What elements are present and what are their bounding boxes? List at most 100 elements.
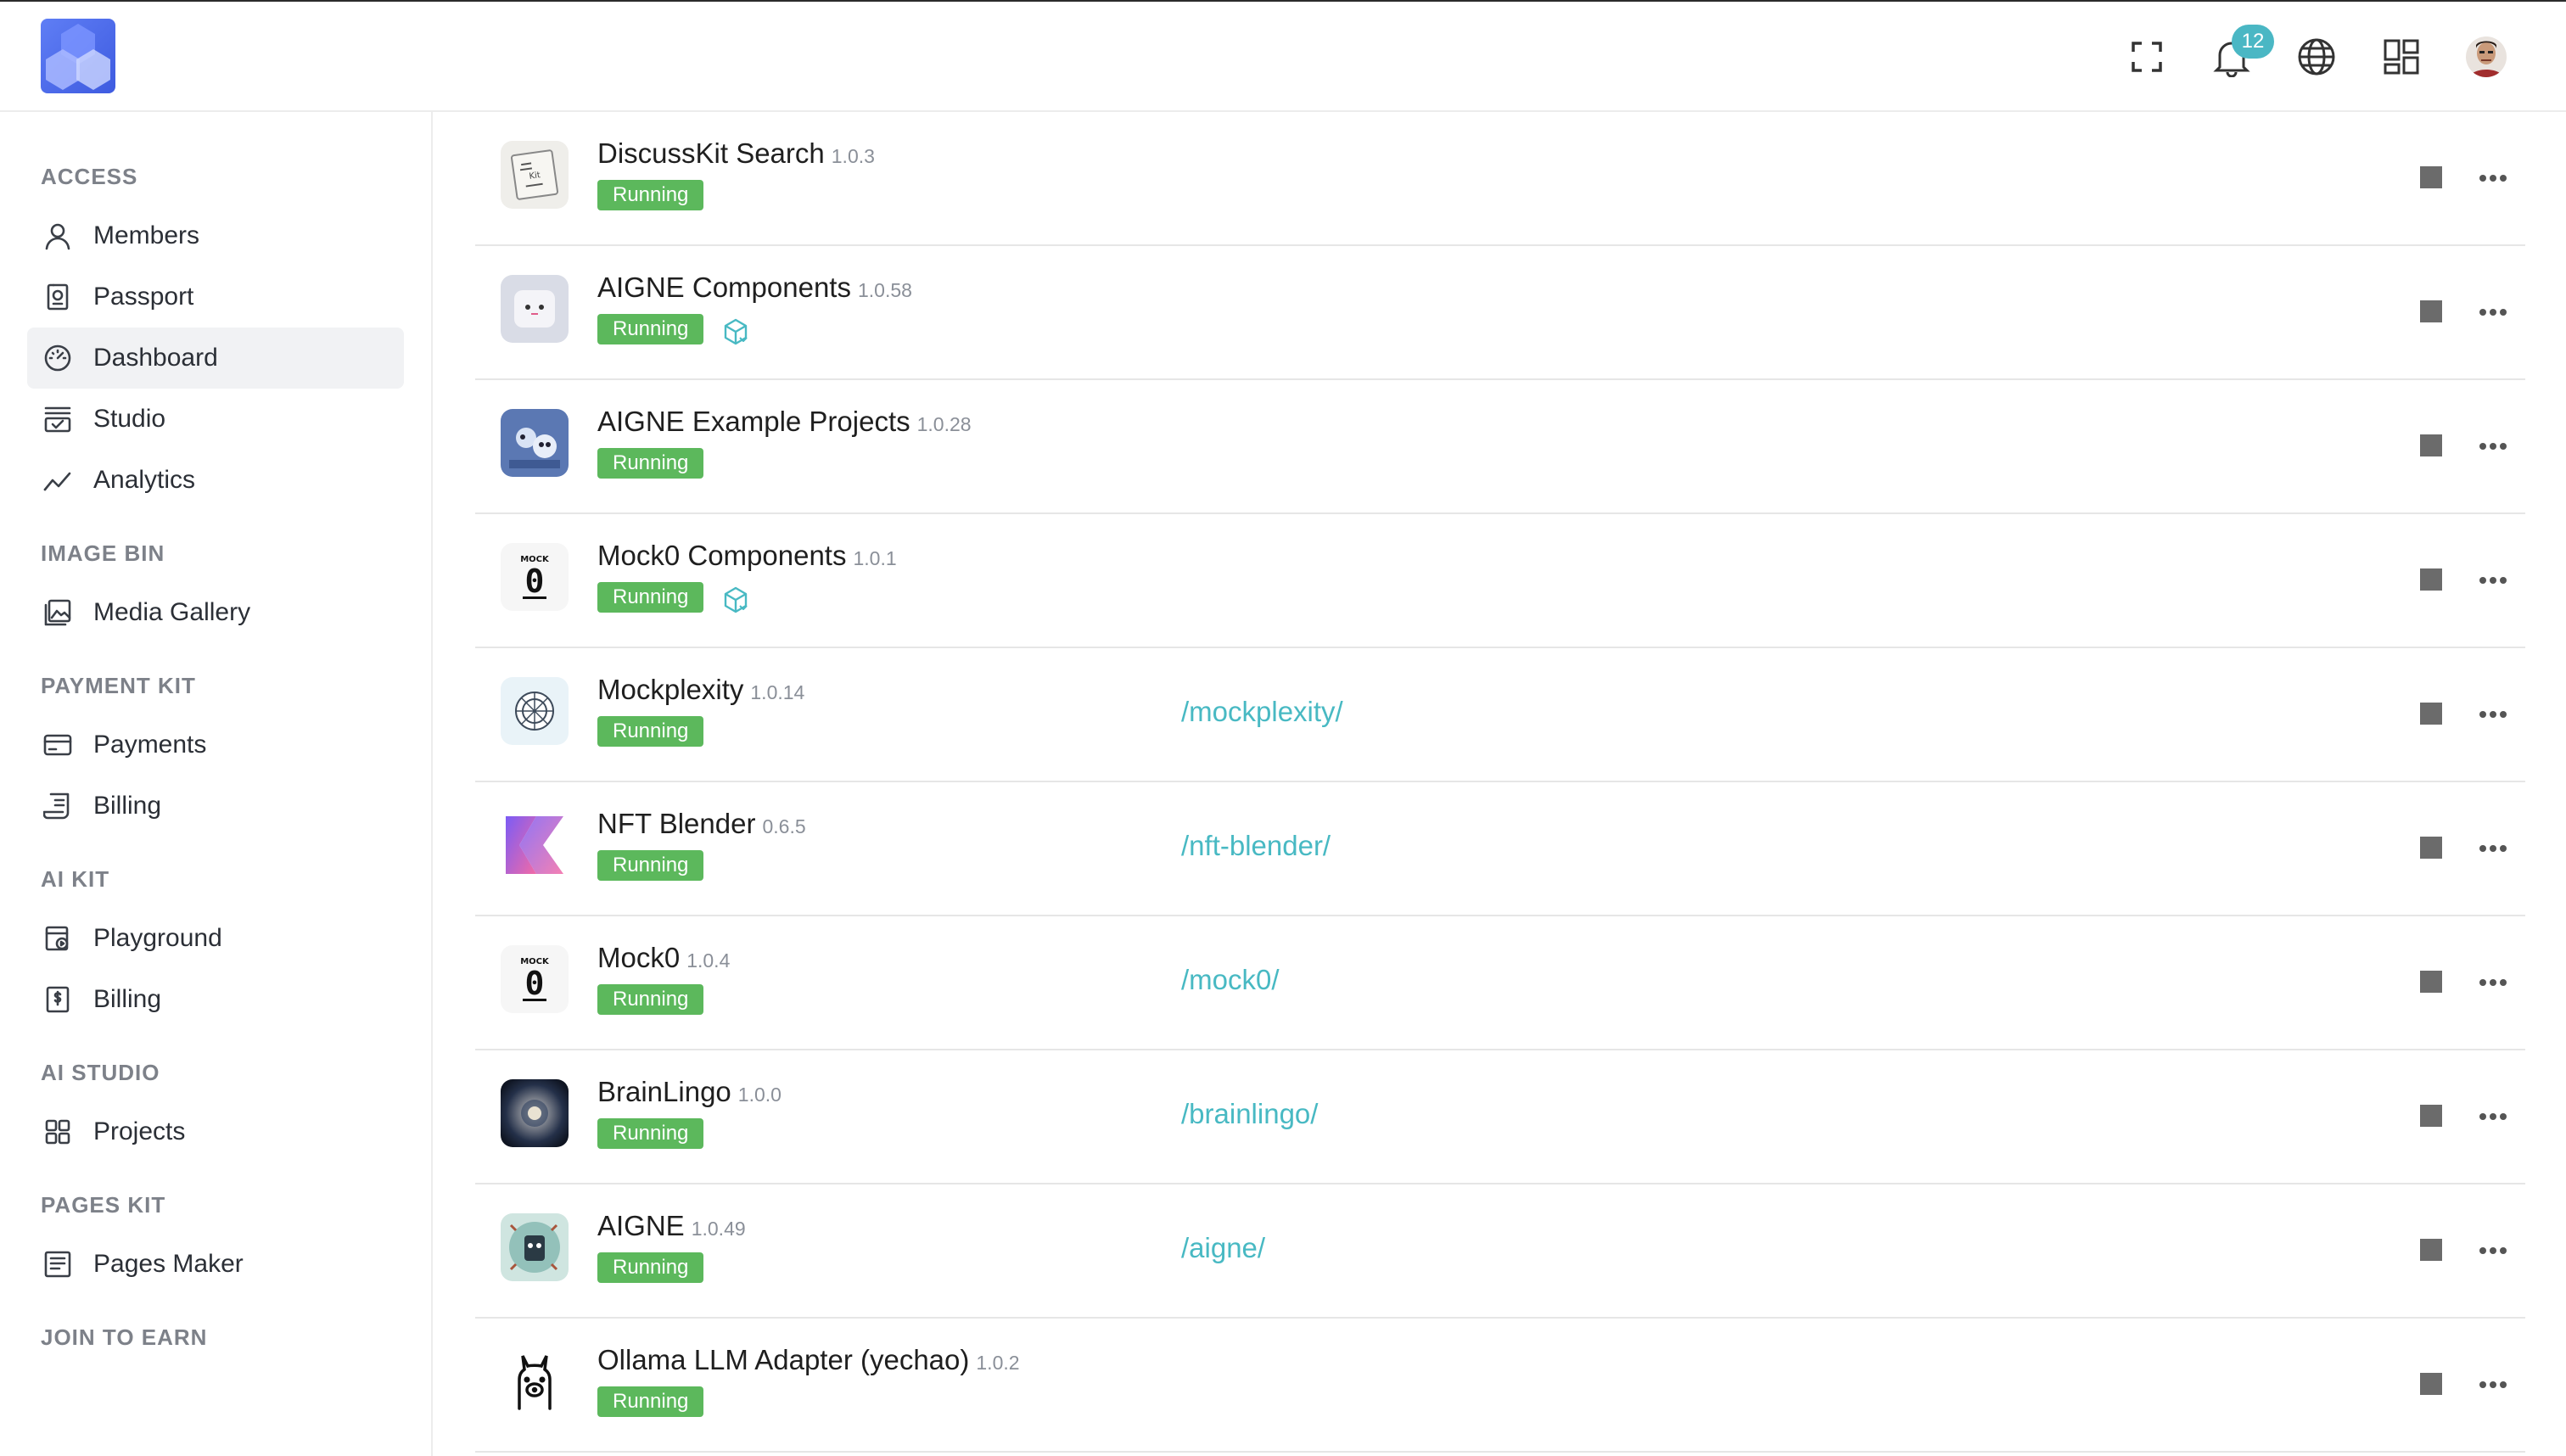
- more-options-icon[interactable]: [2476, 1234, 2510, 1268]
- blocklet-version: 1.0.28: [916, 413, 972, 435]
- more-options-icon[interactable]: [2476, 161, 2510, 195]
- sidebar-item-pages-maker[interactable]: Pages Maker: [27, 1234, 404, 1295]
- notifications-button[interactable]: 12: [2208, 25, 2274, 81]
- blocklet-title[interactable]: AIGNE Example Projects 1.0.28: [597, 406, 972, 438]
- blocklet-title[interactable]: Ollama LLM Adapter (yechao) 1.0.2: [597, 1344, 1020, 1376]
- passport-icon: [41, 280, 75, 314]
- stop-button[interactable]: [2420, 300, 2442, 322]
- more-options-icon[interactable]: [2476, 832, 2510, 865]
- blocklet-row[interactable]: AIGNE 1.0.49 Running /aigne/: [475, 1184, 2525, 1319]
- blocklet-row[interactable]: Mockplexity 1.0.14 Running /mockplexity/: [475, 648, 2525, 782]
- blocklet-name: NFT Blender: [597, 808, 756, 839]
- status-badge: Running: [597, 582, 704, 613]
- component-package-icon[interactable]: [721, 317, 750, 346]
- more-options-icon[interactable]: [2476, 295, 2510, 329]
- sidebar-section-title: AI STUDIO: [41, 1060, 160, 1085]
- blocklet-row[interactable]: NFT Blender 0.6.5 Running /nft-blender/: [475, 782, 2525, 916]
- blocklet-row[interactable]: Kit DiscussKit Search 1.0.3 Running: [475, 112, 2525, 246]
- brainlingo-logo[interactable]: [501, 1079, 569, 1147]
- blocklet-title[interactable]: Mock0 Components 1.0.1: [597, 540, 897, 572]
- sidebar-item-members[interactable]: Members: [27, 205, 404, 266]
- top-header: 12: [0, 2, 2566, 112]
- mockplexity-logo[interactable]: [501, 677, 569, 745]
- blocklet-row[interactable]: MOCK 0 Mock0 1.0.4 Running /mock0/: [475, 916, 2525, 1050]
- stop-button[interactable]: [2420, 434, 2442, 456]
- sidebar-item-analytics[interactable]: Analytics: [27, 450, 404, 511]
- stop-button[interactable]: [2420, 1239, 2442, 1261]
- blocklet-version: 1.0.14: [750, 681, 805, 703]
- ollama-logo[interactable]: [501, 1347, 569, 1415]
- mock0-logo[interactable]: MOCK 0: [501, 543, 569, 611]
- sidebar-item-studio[interactable]: Studio: [27, 389, 404, 450]
- blocklet-row[interactable]: MOCK 0 Mock0 Components 1.0.1 Running: [475, 514, 2525, 648]
- sidebar-item-media-gallery[interactable]: Media Gallery: [27, 582, 404, 643]
- blocklet-version: 1.0.4: [686, 949, 731, 972]
- blocklet-title[interactable]: Mock0 1.0.4: [597, 942, 730, 974]
- status-badge: Running: [597, 850, 704, 881]
- brand-logo[interactable]: [41, 19, 115, 93]
- blocklet-title[interactable]: BrainLingo 1.0.0: [597, 1076, 782, 1108]
- stop-button[interactable]: [2420, 837, 2442, 859]
- more-options-icon[interactable]: [2476, 1368, 2510, 1402]
- blocklet-title[interactable]: Mockplexity 1.0.14: [597, 674, 804, 706]
- blocklet-version: 1.0.49: [691, 1218, 746, 1240]
- nft-blender-logo[interactable]: [501, 811, 569, 879]
- sidebar-section-title: AI KIT: [41, 866, 110, 892]
- sidebar-item-passport[interactable]: Passport: [27, 266, 404, 328]
- gallery-icon: [41, 596, 75, 630]
- blocklet-row[interactable]: Ollama LLM Adapter (yechao) 1.0.2 Running: [475, 1319, 2525, 1453]
- sidebar-item-billing[interactable]: Billing: [27, 776, 404, 837]
- aigne-components-logo[interactable]: [501, 275, 569, 343]
- person-icon: [41, 219, 75, 253]
- app-grid-icon[interactable]: [2378, 33, 2425, 81]
- stop-button[interactable]: [2420, 1105, 2442, 1127]
- status-badge: Running: [597, 1386, 704, 1417]
- stop-button[interactable]: [2420, 1373, 2442, 1395]
- more-options-icon[interactable]: [2476, 697, 2510, 731]
- blocklet-title[interactable]: AIGNE Components 1.0.58: [597, 272, 912, 304]
- status-badge: Running: [597, 984, 704, 1015]
- aigne-logo[interactable]: [501, 1213, 569, 1281]
- blocklet-row[interactable]: AIGNE Example Projects 1.0.28 Running: [475, 380, 2525, 514]
- stop-button[interactable]: [2420, 971, 2442, 993]
- mock0-logo[interactable]: MOCK 0: [501, 945, 569, 1013]
- blocklet-mount-link[interactable]: /mock0/: [1181, 964, 1280, 996]
- sidebar-item-projects[interactable]: Projects: [27, 1101, 404, 1162]
- stop-button[interactable]: [2420, 568, 2442, 591]
- component-package-icon[interactable]: [721, 585, 750, 614]
- blocklet-name: Mock0 Components: [597, 540, 847, 571]
- sidebar-section-title: IMAGE BIN: [41, 540, 165, 566]
- user-avatar-button[interactable]: [2462, 33, 2510, 81]
- stop-button[interactable]: [2420, 166, 2442, 188]
- blocklet-row[interactable]: AIGNE Components 1.0.58 Running: [475, 246, 2525, 380]
- blocklet-title[interactable]: NFT Blender 0.6.5: [597, 808, 806, 840]
- sidebar-item-label: Dashboard: [93, 344, 218, 372]
- blocklet-mount-link[interactable]: /mockplexity/: [1181, 696, 1343, 728]
- more-options-icon[interactable]: [2476, 429, 2510, 463]
- blocklet-version: 1.0.1: [853, 547, 897, 569]
- globe-icon[interactable]: [2293, 33, 2340, 81]
- blocklet-mount-link[interactable]: /aigne/: [1181, 1232, 1265, 1264]
- blocklet-title[interactable]: DiscussKit Search 1.0.3: [597, 137, 875, 170]
- more-options-icon[interactable]: [2476, 563, 2510, 597]
- status-badge: Running: [597, 314, 704, 344]
- aigne-examples-logo[interactable]: [501, 409, 569, 477]
- status-badge: Running: [597, 1252, 704, 1283]
- sidebar-item-dashboard[interactable]: Dashboard: [27, 328, 404, 389]
- sidebar-item-payments[interactable]: Payments: [27, 714, 404, 776]
- blocklet-title[interactable]: AIGNE 1.0.49: [597, 1210, 746, 1242]
- sidebar-section-title: PAGES KIT: [41, 1192, 166, 1218]
- discusskit-logo[interactable]: Kit: [501, 141, 569, 209]
- more-options-icon[interactable]: [2476, 1100, 2510, 1134]
- sidebar-item-billing[interactable]: Billing: [27, 969, 404, 1030]
- blocklet-mount-link[interactable]: /brainlingo/: [1181, 1098, 1318, 1130]
- header-actions: 12: [2123, 25, 2510, 87]
- svg-text:Kit: Kit: [529, 171, 541, 182]
- stop-button[interactable]: [2420, 703, 2442, 725]
- blocklet-row[interactable]: BrainLingo 1.0.0 Running /brainlingo/: [475, 1050, 2525, 1184]
- sidebar-item-playground[interactable]: Playground: [27, 908, 404, 969]
- blocklet-mount-link[interactable]: /nft-blender/: [1181, 830, 1331, 862]
- sidebar-section-title: PAYMENT KIT: [41, 673, 196, 698]
- fullscreen-icon[interactable]: [2123, 33, 2171, 81]
- more-options-icon[interactable]: [2476, 966, 2510, 1000]
